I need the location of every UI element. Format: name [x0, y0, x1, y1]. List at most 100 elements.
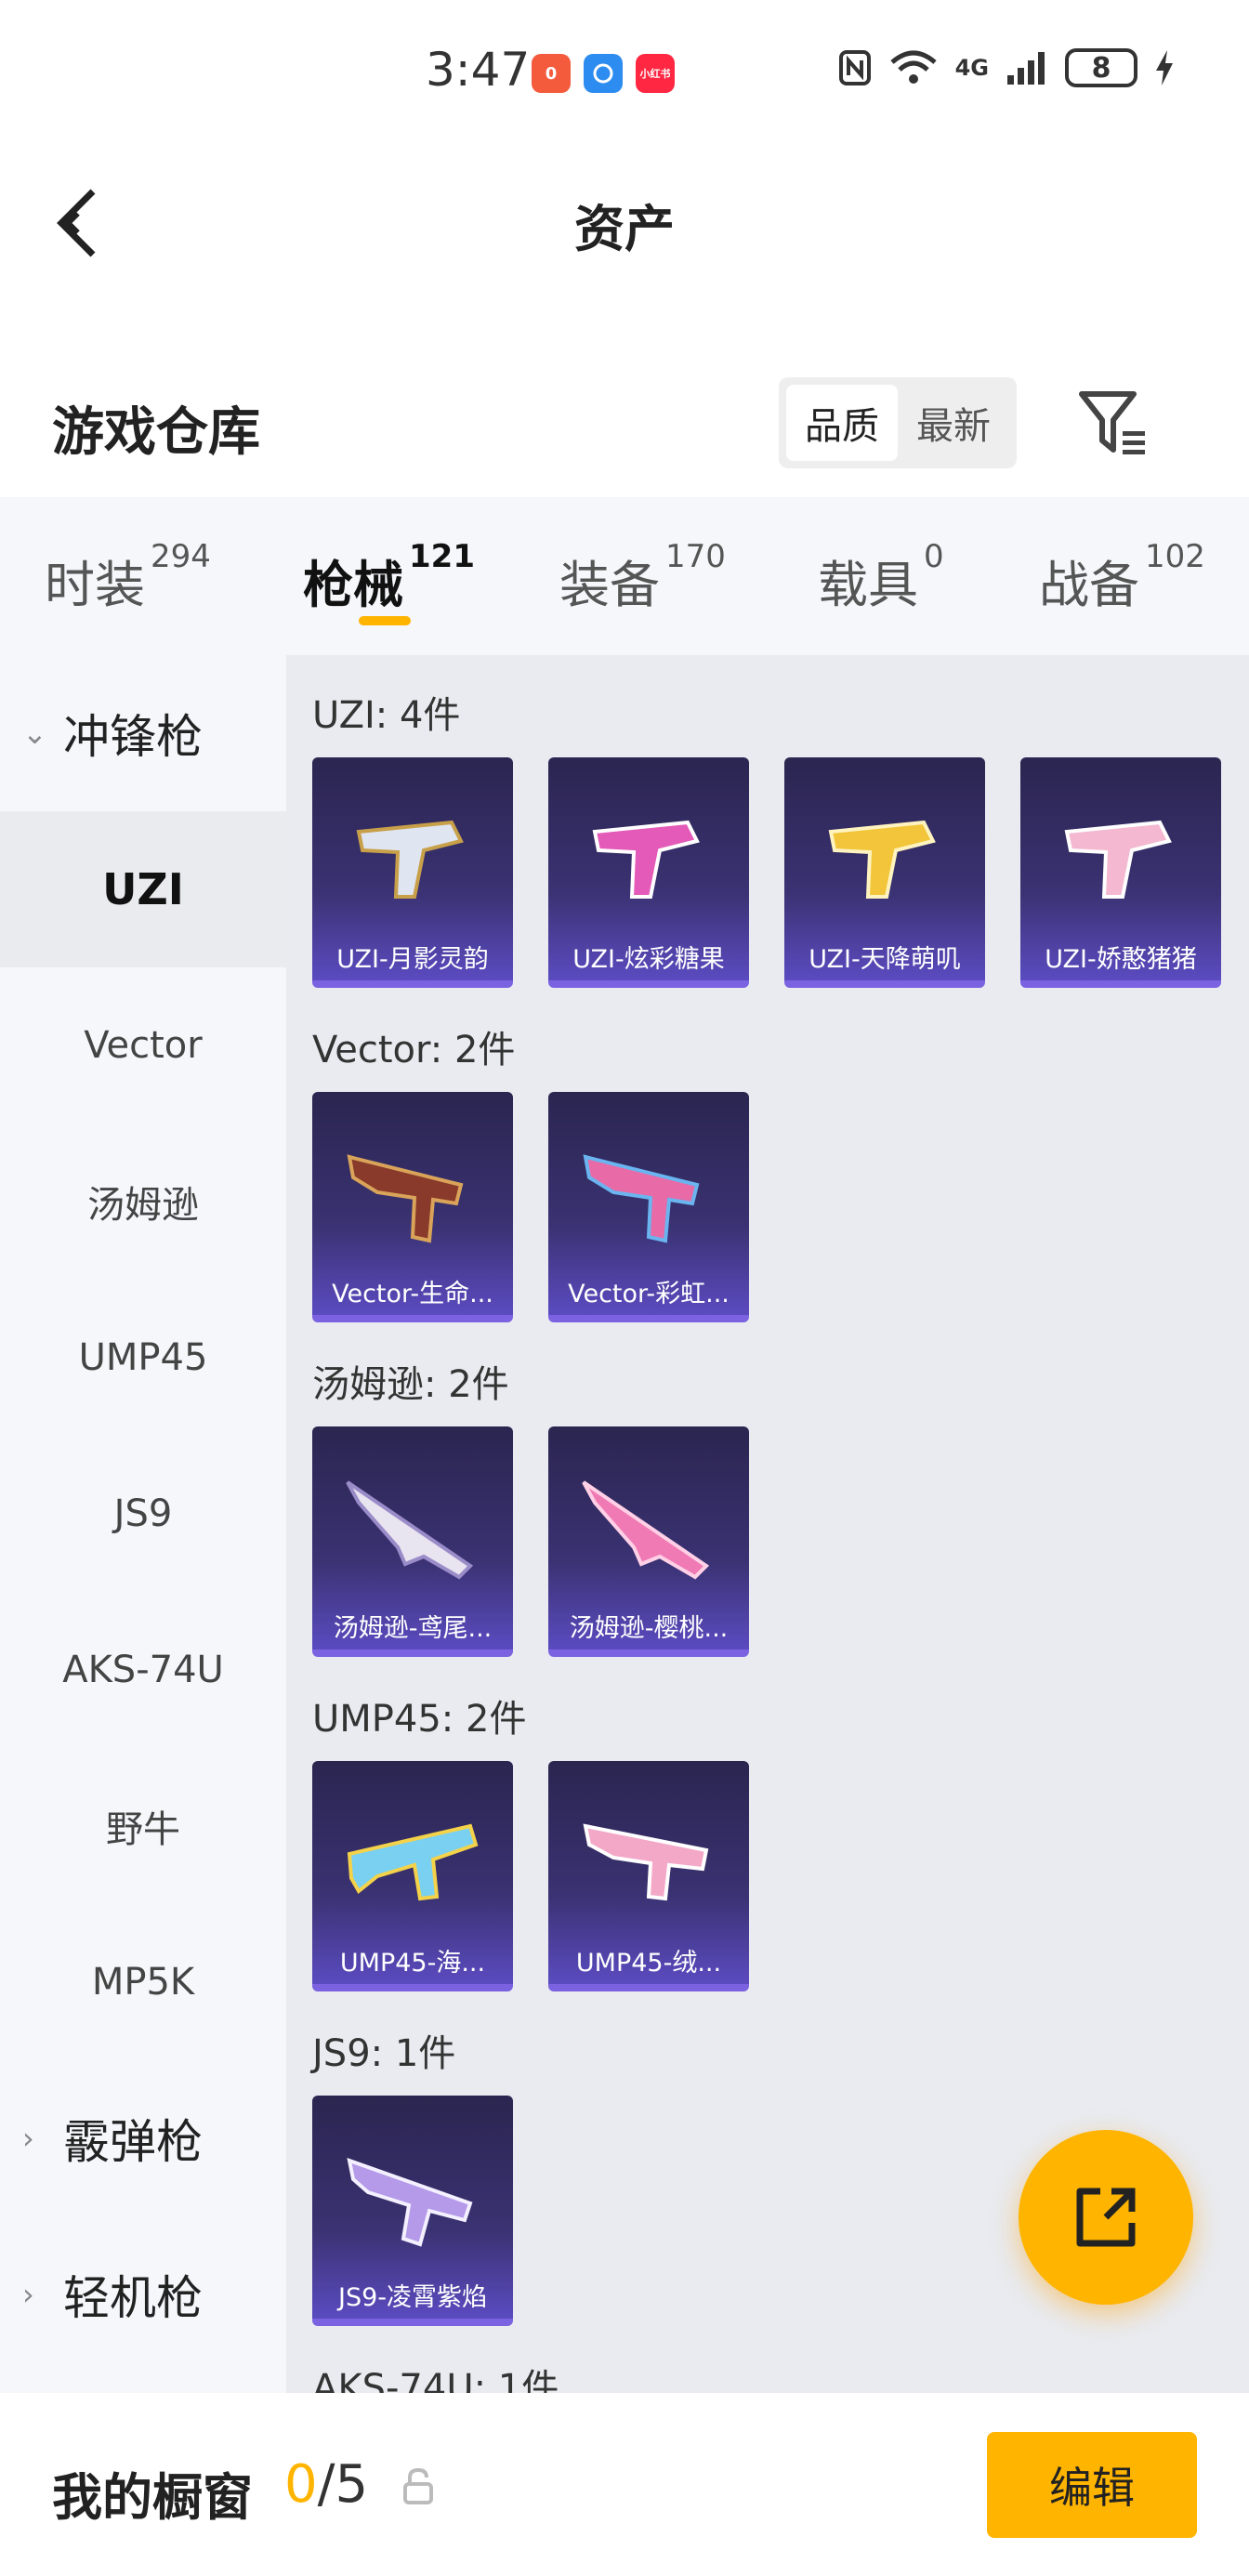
sort-by-newest[interactable]: 最新	[898, 385, 1009, 461]
sidebar-item-thompson[interactable]: 汤姆逊	[0, 1124, 286, 1280]
weapon-name: 汤姆逊-樱桃...	[569, 1614, 729, 1643]
weapon-card[interactable]: 汤姆逊-鸢尾...	[312, 1426, 513, 1657]
notification-app-icon: 0	[532, 54, 571, 93]
weapon-name: Vector-生命...	[332, 1280, 493, 1308]
weapon-name: UZI-月影灵韵	[336, 945, 489, 974]
xiaohongshu-app-icon: 小红书	[636, 54, 675, 93]
tab-vehicles[interactable]: 载具 0	[818, 538, 944, 617]
sidebar-group-lmg[interactable]: › 轻机枪	[0, 2216, 286, 2372]
tab-label: 载具	[818, 556, 918, 614]
tab-count: 294	[151, 538, 211, 575]
tab-fashion[interactable]: 时装 294	[45, 538, 211, 617]
uzi-skin-icon	[356, 820, 464, 899]
section-header: 游戏仓库 品质 最新	[0, 353, 1249, 493]
tab-weapons[interactable]: 枪械 121	[303, 538, 475, 617]
showcase-current: 0	[284, 2454, 318, 2515]
weapon-card[interactable]: UMP45-绒...	[548, 1761, 749, 1991]
sidebar-item-mp5k[interactable]: MP5K	[0, 1904, 286, 2060]
weapon-name: UZI-天降萌叽	[809, 945, 961, 974]
charging-icon	[1156, 50, 1173, 85]
tab-label: 时装	[45, 556, 145, 614]
uzi-skin-icon	[1064, 820, 1172, 899]
weapon-card[interactable]: UZI-月影灵韵	[312, 757, 513, 988]
sidebar-item-aks74u[interactable]: AKS-74U	[0, 1592, 286, 1748]
weapon-card[interactable]: UZI-天降萌叽	[784, 757, 985, 988]
sidebar-item-uzi[interactable]: UZI	[0, 811, 286, 967]
weapon-card[interactable]: 汤姆逊-樱桃...	[548, 1426, 749, 1657]
sidebar-group-label: 轻机枪	[63, 2271, 203, 2325]
filter-button[interactable]	[1076, 387, 1150, 461]
ump45-skin-icon	[583, 1823, 709, 1901]
tab-label: 枪械	[303, 556, 403, 614]
uzi-skin-icon	[592, 820, 700, 899]
share-button[interactable]	[1019, 2130, 1193, 2305]
tab-count: 102	[1145, 538, 1205, 575]
chevron-right-icon: ›	[22, 2121, 34, 2156]
share-icon	[1076, 2188, 1136, 2247]
showcase-bar: 我的橱窗 0/5 编辑	[0, 2393, 1249, 2576]
ump45-skin-icon	[347, 1823, 479, 1901]
status-time: 3:47	[426, 43, 531, 97]
tab-equipment[interactable]: 装备 170	[559, 538, 726, 617]
status-app-icons: 0 小红书	[532, 54, 675, 93]
showcase-total: /5	[317, 2454, 369, 2515]
thompson-skin-icon	[346, 1480, 474, 1580]
group-label-thompson: 汤姆逊: 2件	[312, 1363, 509, 1406]
group-label-aks74u: AKS-74U: 1件	[312, 2367, 559, 2393]
tab-count: 170	[665, 538, 726, 575]
wifi-icon	[889, 50, 937, 84]
edit-button[interactable]: 编辑	[987, 2432, 1197, 2538]
group-label-uzi: UZI: 4件	[312, 694, 461, 737]
status-bar: 3:47 0 小红书 4G 8	[0, 0, 1249, 139]
group-label-vector: Vector: 2件	[312, 1029, 516, 1071]
weapon-card[interactable]: Vector-生命...	[312, 1092, 513, 1322]
weapon-name: 汤姆逊-鸢尾...	[333, 1614, 493, 1643]
showcase-count: 0/5	[284, 2454, 368, 2515]
sort-by-quality[interactable]: 品质	[786, 385, 898, 461]
page-title: 资产	[574, 200, 675, 258]
tab-count: 0	[924, 538, 944, 575]
uzi-skin-icon	[828, 820, 936, 899]
vector-skin-icon	[347, 1154, 464, 1243]
js9-skin-icon	[347, 2157, 473, 2247]
tab-label: 装备	[559, 556, 660, 614]
network-type: 4G	[954, 55, 989, 81]
chevron-down-icon: ⌄	[22, 716, 47, 751]
assistant-app-icon	[584, 54, 623, 93]
tab-tactical[interactable]: 战备 102	[1039, 538, 1205, 617]
weapon-type-sidebar: ⌄ 冲锋枪 UZI Vector 汤姆逊 UMP45 JS9 AKS-74U 野…	[0, 655, 286, 2393]
tab-count: 121	[409, 538, 475, 575]
filter-icon	[1079, 391, 1145, 454]
weapon-name: UZI-娇憨猪猪	[1045, 945, 1197, 974]
sidebar-item-js9[interactable]: JS9	[0, 1436, 286, 1592]
title-bar: 资产	[0, 139, 1249, 307]
section-title: 游戏仓库	[52, 402, 260, 463]
sidebar-item-bizon[interactable]: 野牛	[0, 1748, 286, 1904]
sort-toggle: 品质 最新	[779, 377, 1017, 468]
showcase-label: 我的橱窗	[52, 2468, 253, 2527]
vector-skin-icon	[583, 1154, 700, 1243]
weapon-card[interactable]: Vector-彩虹...	[548, 1092, 749, 1322]
weapon-card[interactable]: JS9-凌霄紫焰	[312, 2096, 513, 2326]
sidebar-group-label: 冲锋枪	[63, 710, 203, 764]
weapon-card[interactable]: UZI-娇憨猪猪	[1020, 757, 1221, 988]
weapon-name: UMP45-海...	[339, 1949, 486, 1978]
weapon-name: UZI-炫彩糖果	[572, 945, 725, 974]
weapon-card[interactable]: UMP45-海...	[312, 1761, 513, 1991]
weapon-name: UMP45-绒...	[575, 1949, 722, 1978]
tab-label: 战备	[1039, 556, 1139, 614]
sidebar-group-smg[interactable]: ⌄ 冲锋枪	[0, 655, 286, 811]
weapon-name: JS9-凌霄紫焰	[337, 2283, 488, 2312]
sidebar-group-label: 霰弹枪	[63, 2115, 203, 2169]
status-indicators: 4G 8	[838, 48, 1175, 87]
group-label-js9: JS9: 1件	[312, 2032, 456, 2075]
sidebar-group-shotgun[interactable]: › 霰弹枪	[0, 2060, 286, 2216]
signal-icon	[1007, 52, 1045, 85]
weapon-card[interactable]: UZI-炫彩糖果	[548, 757, 749, 988]
nfc-icon	[838, 50, 871, 85]
sidebar-item-ump45[interactable]: UMP45	[0, 1280, 286, 1436]
group-label-ump45: UMP45: 2件	[312, 1698, 527, 1741]
active-tab-indicator	[359, 616, 411, 625]
lock-icon	[403, 2467, 433, 2504]
sidebar-item-vector[interactable]: Vector	[0, 967, 286, 1124]
